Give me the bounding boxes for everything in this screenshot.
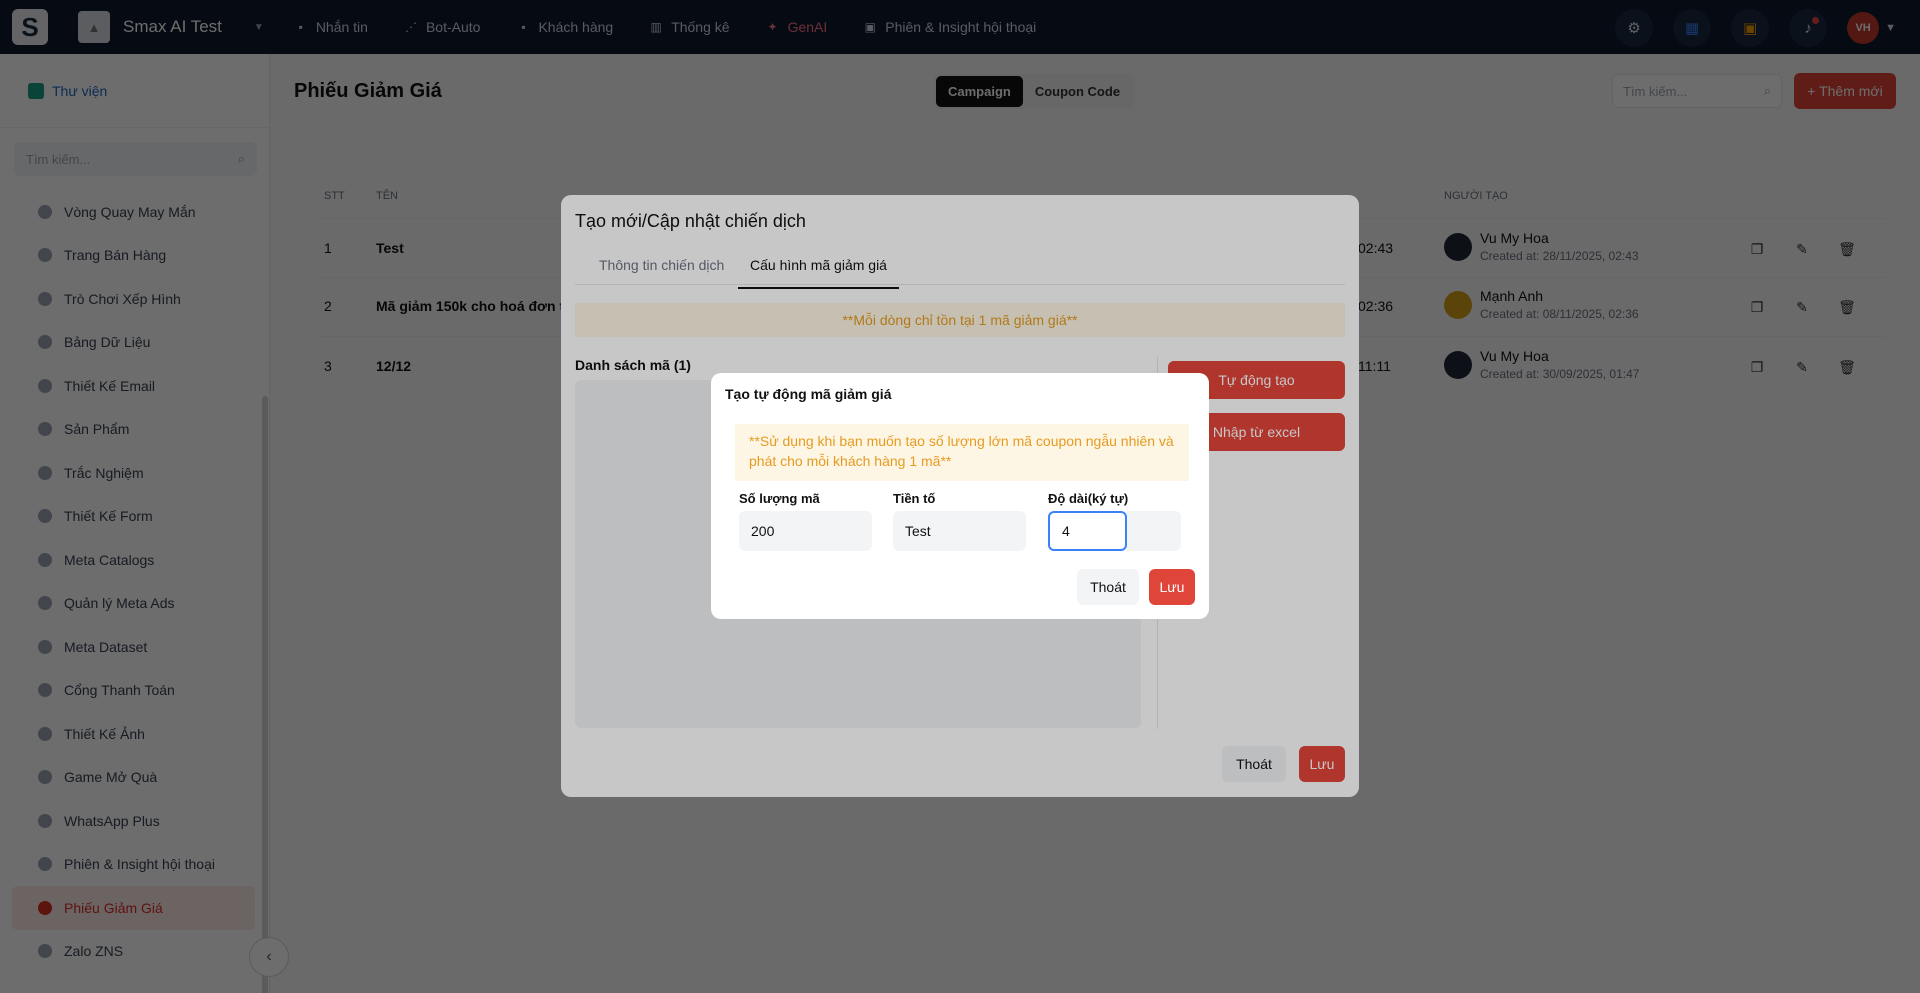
quantity-input[interactable] bbox=[739, 511, 872, 551]
auto-generate-note: **Sử dụng khi bạn muốn tạo số lượng lớn … bbox=[735, 424, 1189, 481]
length-label: Độ dài(ký tự) bbox=[1048, 491, 1129, 506]
modal-title: Tạo tự động mã giảm giá bbox=[725, 386, 892, 402]
prefix-label: Tiền tố bbox=[893, 491, 936, 506]
length-input[interactable] bbox=[1048, 511, 1127, 551]
auto-generate-modal: Tạo tự động mã giảm giá **Sử dụng khi bạ… bbox=[711, 373, 1209, 619]
prefix-input[interactable] bbox=[893, 511, 1026, 551]
quantity-label: Số lượng mã bbox=[739, 491, 820, 506]
cancel-button[interactable]: Thoát bbox=[1077, 569, 1139, 605]
length-input-addon bbox=[1127, 511, 1181, 551]
save-button[interactable]: Lưu bbox=[1149, 569, 1195, 605]
